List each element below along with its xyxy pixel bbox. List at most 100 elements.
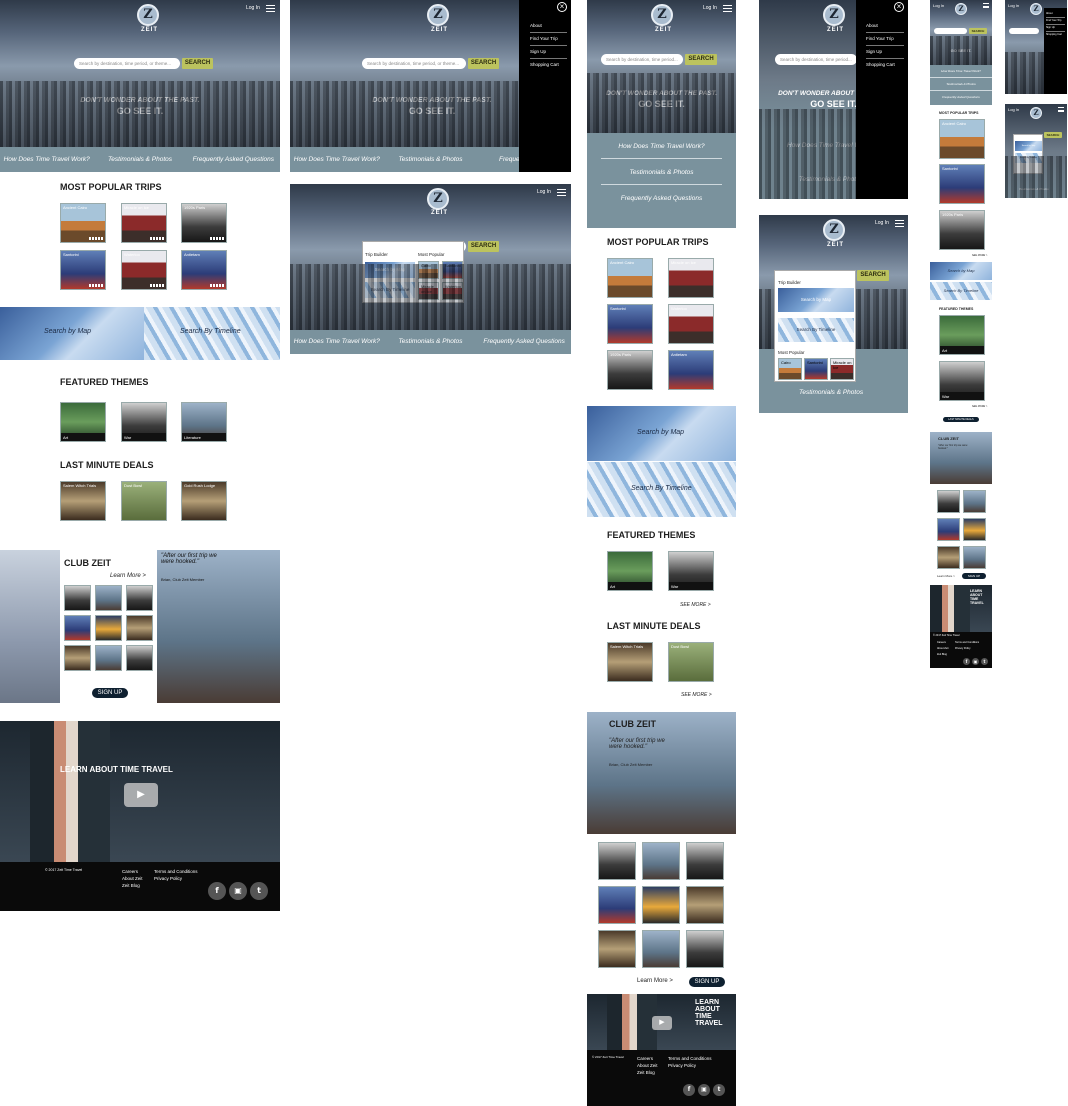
trip-card[interactable]: Antietam	[181, 250, 227, 290]
search-button[interactable]: SEARCH	[468, 241, 499, 252]
dropdown-trip[interactable]: Cairo	[418, 261, 439, 279]
deals-see-more[interactable]: SEE MORE >	[681, 692, 712, 698]
nav-testimonials[interactable]: Testimonials & Photos	[799, 176, 863, 183]
zeit-logo-icon[interactable]: Z	[823, 219, 845, 241]
facebook-icon[interactable]: f	[683, 1084, 695, 1096]
login-link[interactable]: Log In	[933, 3, 944, 8]
theme-card[interactable]: Literature	[181, 402, 227, 442]
footer-link[interactable]: Zeit Blog	[122, 883, 140, 888]
nav-testimonials[interactable]: Testimonials & Photos	[799, 389, 863, 396]
nav-how-it-works[interactable]: How Does Time Travel Work?	[601, 133, 722, 159]
trip-card[interactable]: Antietam	[668, 350, 714, 390]
theme-card[interactable]: Art	[60, 402, 106, 442]
footer-link[interactable]: Terms and Conditions	[955, 641, 979, 644]
trip-card[interactable]: Ancient Cairo	[607, 258, 653, 298]
nav-testimonials[interactable]: Testimonials & Photos	[1019, 187, 1049, 191]
themes-see-more[interactable]: SEE MORE >	[680, 602, 711, 608]
footer-link[interactable]: Privacy Policy	[955, 647, 971, 650]
last-minute-deals-button[interactable]: LAST MINUTE DEALS	[943, 417, 979, 422]
footer-link[interactable]: Zeit Blog	[637, 1070, 655, 1075]
menu-item-signup[interactable]: Sign Up	[530, 46, 567, 59]
dropdown-trip[interactable]: Santorini	[442, 261, 463, 279]
facebook-icon[interactable]: f	[963, 658, 970, 665]
hamburger-menu-icon[interactable]	[983, 3, 989, 8]
login-link[interactable]: Log In	[1008, 107, 1019, 112]
login-link[interactable]: Log In	[875, 220, 889, 226]
footer-link[interactable]: Careers	[637, 1056, 653, 1061]
club-learn-more[interactable]: Learn More >	[937, 574, 955, 578]
signup-button[interactable]: SIGN UP	[689, 977, 725, 987]
close-icon[interactable]: ×	[557, 2, 567, 12]
nav-how-it-works[interactable]: How Does Time Travel Work?	[292, 338, 382, 345]
search-button[interactable]: SEARCH	[468, 58, 499, 69]
search-button[interactable]: SEARCH	[1044, 132, 1062, 138]
search-by-map-banner[interactable]: Search by Map	[587, 406, 736, 461]
search-input[interactable]	[1009, 28, 1039, 34]
instagram-icon[interactable]: ▣	[229, 882, 247, 900]
footer-link[interactable]: About Zeit	[637, 1063, 658, 1068]
footer-link[interactable]: Privacy Policy	[154, 876, 182, 881]
twitter-icon[interactable]: t	[250, 882, 268, 900]
menu-item-about[interactable]: About	[866, 20, 904, 33]
menu-item-cart[interactable]: Shopping Cart	[866, 59, 904, 71]
zeit-logo-icon[interactable]: Z	[823, 4, 845, 26]
footer-link[interactable]: Privacy Policy	[668, 1063, 696, 1068]
zeit-logo-icon[interactable]: Z	[1030, 107, 1042, 119]
video-play-icon[interactable]: ▶	[124, 783, 158, 807]
nav-faq[interactable]: Frequently Asked Questions	[930, 91, 992, 103]
menu-item-signup[interactable]: Sign Up	[1046, 25, 1065, 32]
zeit-logo-icon[interactable]: Z	[427, 4, 449, 26]
footer-link[interactable]: Careers	[122, 869, 138, 874]
dropdown-search-timeline[interactable]: Search By Timeline	[778, 318, 854, 342]
search-input[interactable]	[934, 28, 967, 34]
hamburger-menu-icon[interactable]	[557, 189, 566, 196]
menu-item-cart[interactable]: Shopping Cart	[1046, 32, 1065, 38]
zeit-logo-icon[interactable]: Z	[651, 4, 673, 26]
trip-card[interactable]: Ancient Cairo	[939, 119, 985, 159]
trip-card[interactable]: Miracle on Ice	[121, 203, 167, 243]
dropdown-search-map[interactable]: Search by Map	[778, 288, 854, 312]
dropdown-search-timeline[interactable]: Search By Timeline	[1015, 153, 1042, 163]
trip-card[interactable]: Waterloo	[121, 250, 167, 290]
theme-card[interactable]: War	[939, 361, 985, 401]
zeit-logo-icon[interactable]: Z	[427, 188, 449, 210]
menu-item-about[interactable]: About	[530, 20, 567, 33]
search-input[interactable]: Search by destination, time period, or t…	[74, 58, 180, 69]
themes-see-more[interactable]: SEE MORE >	[972, 405, 987, 408]
login-link[interactable]: Log In	[246, 5, 260, 11]
menu-item-signup[interactable]: Sign Up	[866, 46, 904, 59]
signup-button[interactable]: SIGN UP	[962, 573, 986, 579]
theme-card[interactable]: Art	[939, 315, 985, 355]
trip-card[interactable]: 1920s Paris	[607, 350, 653, 390]
dropdown-trip[interactable]: Waterloo	[442, 282, 463, 300]
footer-link[interactable]: About Zeit	[937, 647, 948, 650]
twitter-icon[interactable]: t	[981, 658, 988, 665]
footer-link[interactable]: About Zeit	[122, 876, 143, 881]
dropdown-search-map[interactable]: Search by Map	[365, 262, 415, 278]
deal-card[interactable]: Salem Witch Trials	[60, 481, 106, 521]
login-link[interactable]: Log In	[1008, 3, 1019, 8]
hamburger-menu-icon[interactable]	[266, 5, 275, 12]
instagram-icon[interactable]: ▣	[972, 658, 979, 665]
menu-item-find-trip[interactable]: Find Your Trip	[1046, 18, 1065, 25]
signup-button[interactable]: SIGN UP	[92, 688, 128, 698]
nav-faq[interactable]: Frequently Asked Questions	[479, 338, 569, 345]
login-link[interactable]: Log In	[537, 189, 551, 195]
facebook-icon[interactable]: f	[208, 882, 226, 900]
theme-card[interactable]: War	[121, 402, 167, 442]
deal-card[interactable]: Gold Rush Lodge	[181, 481, 227, 521]
trip-card[interactable]: 1920s Paris	[181, 203, 227, 243]
hamburger-menu-icon[interactable]	[895, 220, 904, 227]
popular-see-more[interactable]: SEE MORE >	[972, 254, 987, 257]
search-button[interactable]: SEARCH	[685, 54, 717, 65]
footer-link[interactable]: Terms and Conditions	[154, 869, 198, 874]
dropdown-search-timeline[interactable]: Search By Timeline	[365, 282, 415, 298]
search-input[interactable]: Search by destination, time period...	[601, 54, 683, 65]
dropdown-trip[interactable]: Santorini	[804, 358, 828, 380]
login-link[interactable]: Log In	[703, 5, 717, 11]
nav-how-it-works[interactable]: How Does Time Travel Work?	[930, 65, 992, 78]
footer-link[interactable]: Terms and Conditions	[668, 1056, 712, 1061]
dropdown-trip[interactable]: Miracle on Ice	[830, 358, 854, 380]
search-button[interactable]: SEARCH	[182, 58, 213, 69]
nav-faq[interactable]: Frequently Asked Questions	[587, 185, 736, 210]
